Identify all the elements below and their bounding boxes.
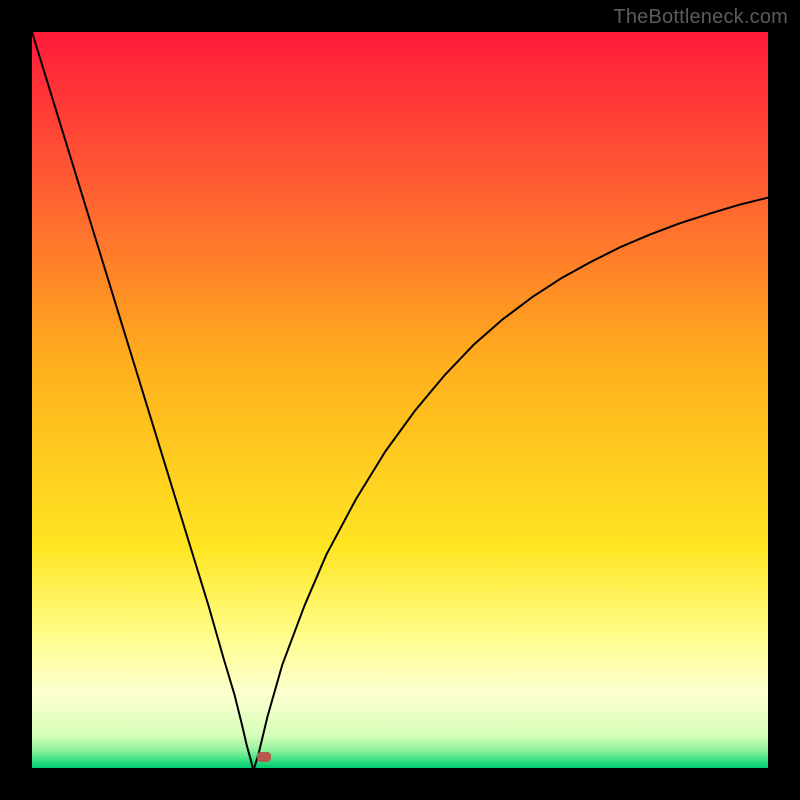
watermark-text: TheBottleneck.com <box>613 6 788 29</box>
chart-svg <box>32 32 768 768</box>
outer-frame: TheBottleneck.com <box>0 0 800 800</box>
chart-marker-dot <box>257 752 271 762</box>
chart-background <box>32 32 768 768</box>
chart-plot-area <box>32 32 768 768</box>
